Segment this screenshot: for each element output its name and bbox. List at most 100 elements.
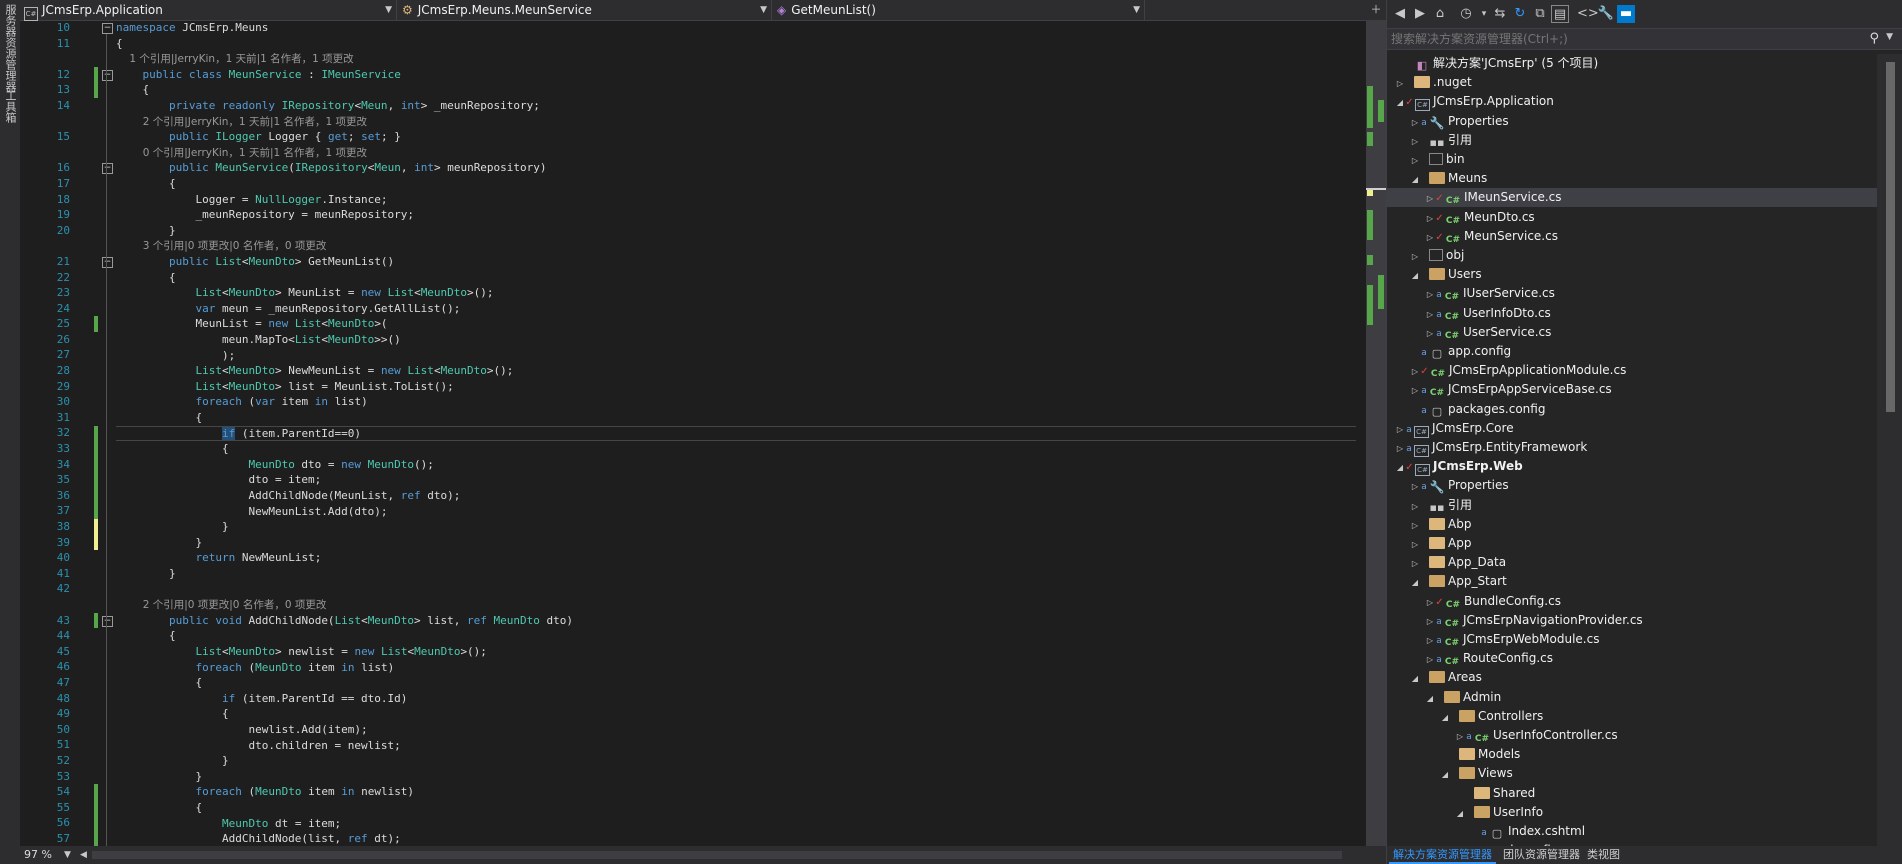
scroll-left-icon[interactable]: ◀ (80, 846, 87, 864)
tree-item[interactable]: ◢ ✓ C# JCmsErp.Web (1387, 457, 1877, 477)
collapsed-arrow-icon[interactable]: ▷ (1410, 362, 1420, 381)
collapsed-arrow-icon[interactable]: ▷ (1410, 477, 1420, 496)
tree-item[interactable]: ▷ App_Data (1387, 553, 1877, 572)
collapse-region-icon[interactable]: − (102, 163, 113, 175)
collapsed-arrow-icon[interactable]: ▷ (1410, 247, 1420, 266)
collapsed-arrow-icon[interactable]: ▷ (1395, 74, 1405, 93)
collapsed-arrow-icon[interactable]: ▷ (1410, 497, 1420, 516)
collapsed-arrow-icon[interactable]: ▷ (1395, 420, 1405, 439)
expanded-arrow-icon[interactable]: ◢ (1440, 708, 1450, 727)
collapse-region-icon[interactable]: − (102, 615, 113, 627)
tree-item[interactable]: ▷ ✓ C# MeunService.cs (1387, 227, 1877, 246)
tree-item[interactable]: ◢ Meuns (1387, 169, 1877, 188)
back-icon[interactable]: ◀ (1391, 5, 1409, 23)
scroll-thumb[interactable] (1886, 62, 1895, 412)
tree-item[interactable]: ▷ a C# JCmsErp.EntityFramework (1387, 438, 1877, 457)
collapsed-arrow-icon[interactable]: ▷ (1425, 631, 1435, 650)
expanded-arrow-icon[interactable]: ◢ (1440, 765, 1450, 784)
split-window-icon[interactable]: ＋ (1366, 0, 1386, 20)
tree-item[interactable]: ◧ 解决方案'JCmsErp' (5 个项目) (1387, 54, 1877, 73)
collapsed-arrow-icon[interactable]: ▷ (1410, 516, 1420, 535)
refresh-icon[interactable]: ↻ (1511, 5, 1529, 23)
tree-item[interactable]: ◢ Areas (1387, 668, 1877, 687)
expanded-arrow-icon[interactable]: ◢ (1410, 266, 1420, 285)
toolbox-tab[interactable]: 工具箱 (2, 90, 18, 123)
sync-icon[interactable]: ⇆ (1491, 5, 1509, 23)
view-code-icon[interactable]: <> (1577, 5, 1599, 23)
tree-item[interactable]: ▷ .nuget (1387, 73, 1877, 92)
solution-search-box[interactable]: ⚲ ▼ (1387, 28, 1902, 50)
tree-item[interactable]: ◢ ✓ C# JCmsErp.Application (1387, 92, 1877, 112)
wrench-icon[interactable]: 🔧 (1597, 5, 1615, 23)
tab-solution-explorer[interactable]: 解决方案资源管理器 (1389, 846, 1496, 864)
collapsed-arrow-icon[interactable]: ▷ (1425, 650, 1435, 669)
project-dropdown[interactable]: C# JCmsErp.Application ▼ (20, 0, 397, 21)
collapsed-arrow-icon[interactable]: ▷ (1410, 151, 1420, 170)
tree-item[interactable]: Shared (1387, 784, 1877, 803)
tree-item[interactable]: ▷ a C# UserInfoController.cs (1387, 726, 1877, 745)
class-dropdown[interactable]: ⚙ JCmsErp.Meuns.MeunService ▼ (397, 0, 772, 20)
tree-item[interactable]: a ▢ Index.cshtml (1387, 822, 1877, 841)
tree-item[interactable]: ▷ obj (1387, 246, 1877, 265)
collapsed-arrow-icon[interactable]: ▷ (1455, 727, 1465, 746)
chevron-down-icon[interactable]: ▼ (1886, 32, 1893, 42)
tree-item[interactable]: ◢ Admin (1387, 688, 1877, 707)
tree-item[interactable]: ▷ a 🔧 Properties (1387, 112, 1877, 131)
collapsed-arrow-icon[interactable]: ▷ (1425, 593, 1435, 612)
tree-item[interactable]: ▷ a C# JCmsErpNavigationProvider.cs (1387, 611, 1877, 630)
tree-item[interactable]: ◢ Users (1387, 265, 1877, 284)
tree-item[interactable]: ▷ ✓ C# BundleConfig.cs (1387, 592, 1877, 611)
tree-item[interactable]: ▷ ✓ C# MeunDto.cs (1387, 208, 1877, 227)
expanded-arrow-icon[interactable]: ◢ (1410, 170, 1420, 189)
expanded-arrow-icon[interactable]: ◢ (1395, 458, 1405, 477)
tree-item[interactable]: ▷ a C# UserInfoDto.cs (1387, 304, 1877, 323)
search-icon[interactable]: ⚲ (1869, 31, 1879, 46)
tree-item[interactable]: ▷ a 🔧 Properties (1387, 476, 1877, 495)
zoom-level[interactable]: 97 % (24, 846, 52, 864)
tree-item[interactable]: ▷ App (1387, 534, 1877, 553)
tab-team-explorer[interactable]: 团队资源管理器 (1499, 846, 1584, 864)
collapsed-arrow-icon[interactable]: ▷ (1410, 113, 1420, 132)
collapse-region-icon[interactable]: − (102, 69, 113, 81)
tree-item[interactable]: a ▢ packages.config (1387, 400, 1877, 419)
tree-item[interactable]: ▷ bin (1387, 150, 1877, 169)
editor-vertical-scrollbar[interactable] (1366, 20, 1386, 846)
tree-item[interactable]: ▷ ▪▪ 引用 (1387, 496, 1877, 515)
tree-item[interactable]: ◢ App_Start (1387, 572, 1877, 591)
collapse-region-icon[interactable]: − (102, 257, 113, 268)
collapsed-arrow-icon[interactable]: ▷ (1425, 612, 1435, 631)
collapsed-arrow-icon[interactable]: ▷ (1410, 132, 1420, 151)
collapsed-arrow-icon[interactable]: ▷ (1425, 305, 1435, 324)
solution-explorer-scrollbar[interactable] (1877, 54, 1902, 846)
tree-item[interactable]: ▷ ✓ C# IMeunService.cs (1387, 188, 1877, 208)
collapsed-arrow-icon[interactable]: ▷ (1410, 554, 1420, 573)
collapsed-arrow-icon[interactable]: ▷ (1395, 439, 1405, 458)
solution-search-input[interactable] (1391, 30, 1861, 48)
collapsed-arrow-icon[interactable]: ▷ (1410, 381, 1420, 400)
zoom-dropdown-icon[interactable]: ▼ (64, 846, 71, 864)
preview-icon[interactable]: ▬ (1617, 5, 1635, 23)
tree-item[interactable]: a ▢ app.config (1387, 342, 1877, 361)
expanded-arrow-icon[interactable]: ◢ (1410, 669, 1420, 688)
code-text-area[interactable]: namespace JCmsErp.Meuns { 1 个引用|JerryKin，… (116, 20, 1366, 846)
tree-item[interactable]: ▷ ▪▪ 引用 (1387, 131, 1877, 150)
tree-item[interactable]: ▷ Abp (1387, 515, 1877, 534)
history-icon[interactable]: ◷ (1457, 5, 1475, 23)
tree-item[interactable]: ▷ a C# RouteConfig.cs (1387, 649, 1877, 668)
collapse-all-icon[interactable]: ⧉ (1531, 5, 1549, 23)
forward-icon[interactable]: ▶ (1411, 5, 1429, 23)
collapsed-arrow-icon[interactable]: ▷ (1410, 535, 1420, 554)
tree-item[interactable]: ◢ Controllers (1387, 707, 1877, 726)
server-explorer-tab[interactable]: 服务器资源管理器 (2, 4, 18, 92)
show-all-files-icon[interactable]: ▤ (1551, 5, 1569, 23)
tab-class-view[interactable]: 类视图 (1583, 846, 1624, 864)
tree-item[interactable]: ▷ a C# UserService.cs (1387, 323, 1877, 342)
expanded-arrow-icon[interactable]: ◢ (1395, 93, 1405, 112)
expanded-arrow-icon[interactable]: ◢ (1425, 689, 1435, 708)
tree-item[interactable]: ▷ a C# JCmsErpWebModule.cs (1387, 630, 1877, 649)
collapsed-arrow-icon[interactable]: ▷ (1425, 228, 1435, 247)
expanded-arrow-icon[interactable]: ◢ (1410, 573, 1420, 592)
collapsed-arrow-icon[interactable]: ▷ (1425, 324, 1435, 343)
tree-item[interactable]: ▷ a C# JCmsErpAppServiceBase.cs (1387, 380, 1877, 399)
collapsed-arrow-icon[interactable]: ▷ (1425, 209, 1435, 228)
